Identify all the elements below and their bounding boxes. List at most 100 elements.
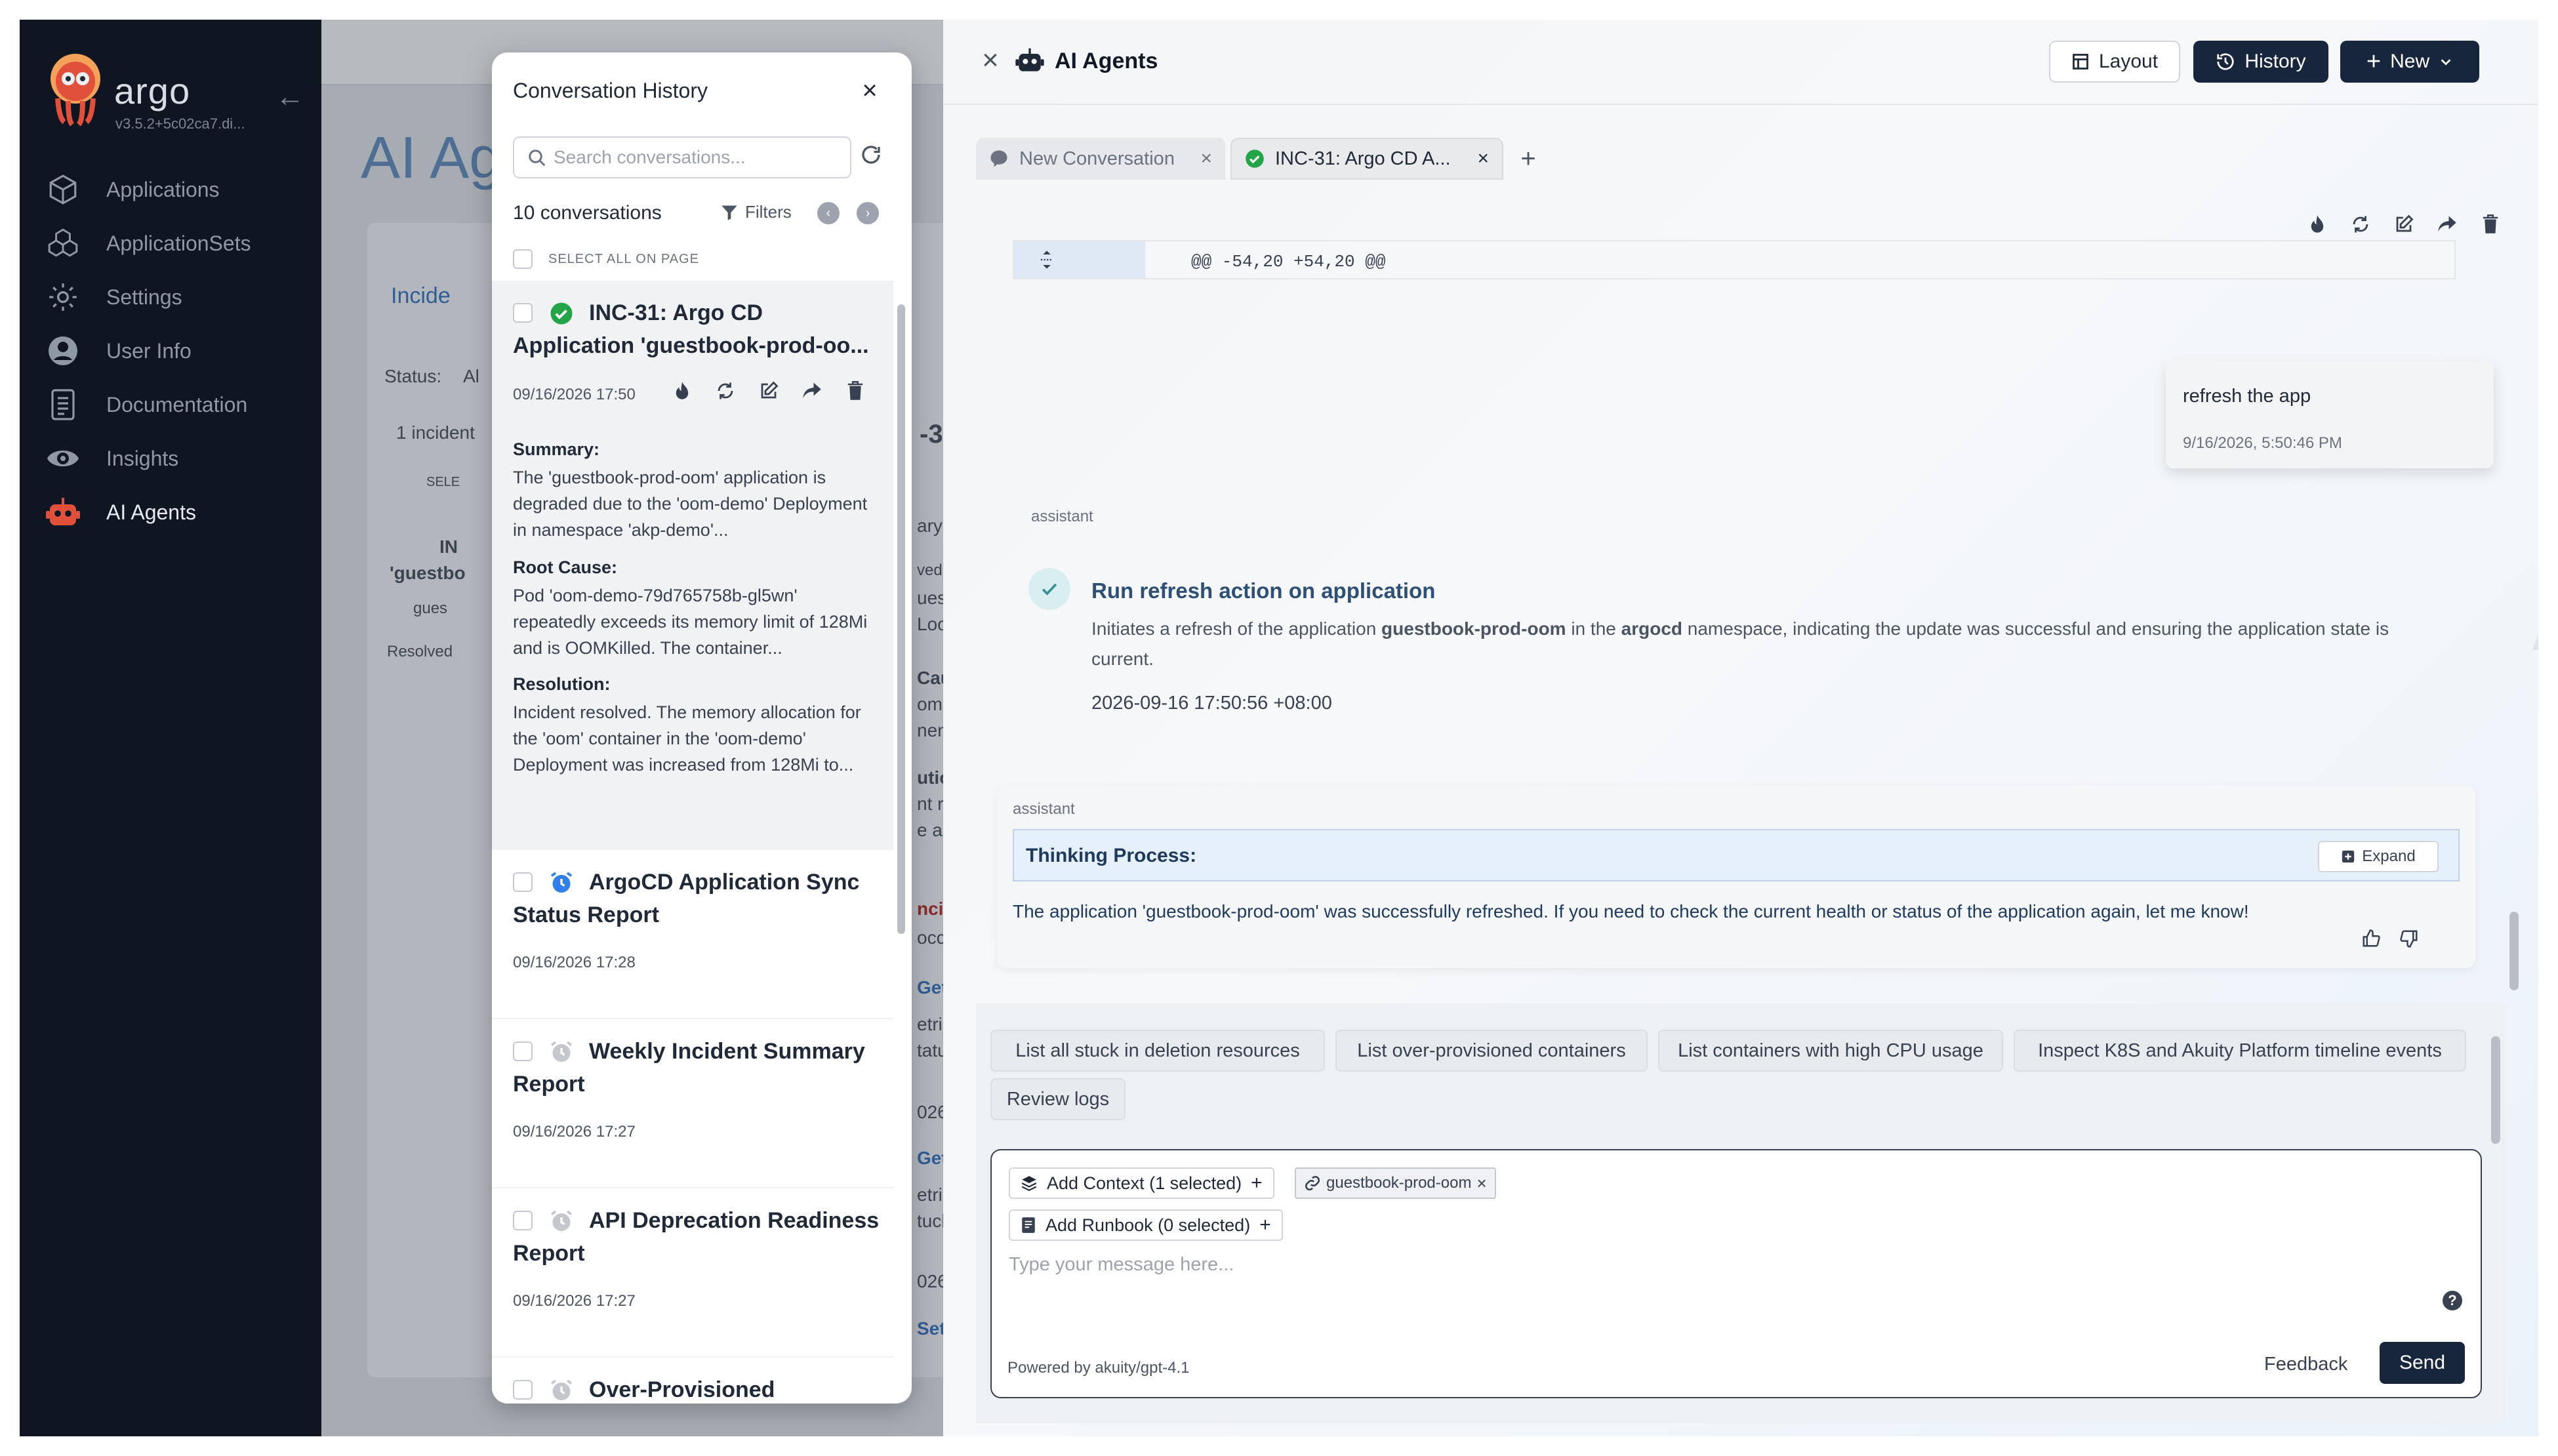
bg-incident-count: 1 incident	[396, 422, 475, 443]
fire-icon[interactable]	[669, 378, 695, 404]
select-all-checkbox[interactable]	[513, 249, 533, 269]
tool-desc-text: Initiates a refresh of the application	[1091, 618, 1382, 639]
close-agents-icon[interactable]: ×	[976, 46, 1005, 75]
refresh-icon[interactable]	[859, 143, 883, 167]
tab-inc-31[interactable]: INC-31: Argo CD A... ×	[1230, 138, 1503, 180]
bg-tab: Incide	[391, 283, 451, 308]
history-scrollbar[interactable]	[897, 304, 905, 934]
fire-icon[interactable]	[2304, 211, 2330, 237]
conversation-item[interactable]: Weekly Incident Summary Report 09/16/202…	[492, 1019, 893, 1188]
nav-item-insights[interactable]: Insights	[46, 432, 308, 485]
eye-icon	[46, 441, 80, 475]
root-cause-heading: Root Cause:	[513, 557, 618, 577]
tool-name: Run refresh action on application	[1091, 578, 1436, 603]
layout-button[interactable]: Layout	[2049, 41, 2180, 83]
expand-icon	[2342, 850, 2355, 863]
conversation-item[interactable]: ArgoCD Application Sync Status Report 09…	[492, 850, 893, 1019]
expand-button[interactable]: Expand	[2318, 841, 2439, 872]
message-input[interactable]	[1009, 1254, 2439, 1313]
nav-item-settings[interactable]: Settings	[46, 270, 308, 324]
remove-tag-icon[interactable]: ×	[1476, 1173, 1486, 1194]
suggestion-chip[interactable]: List all stuck in deletion resources	[990, 1030, 1325, 1072]
close-tab-icon[interactable]: ×	[1477, 148, 1489, 170]
add-tab-icon[interactable]: +	[1509, 138, 1548, 180]
close-tab-icon[interactable]: ×	[1200, 148, 1212, 170]
tab-new-conversation[interactable]: New Conversation ×	[976, 138, 1225, 180]
search-conversations-input[interactable]	[554, 144, 842, 171]
conversation-item[interactable]: Over-Provisioned Workloads Report	[492, 1358, 893, 1404]
brand-version: v3.5.2+5c02ca7.di...	[115, 115, 245, 132]
trash-icon[interactable]	[842, 378, 868, 404]
plus-icon: +	[1259, 1214, 1271, 1236]
bg-frag: ary	[917, 516, 943, 536]
bg-frag: etri	[917, 1184, 943, 1205]
conversation-count: 10 conversations	[513, 202, 662, 224]
conversation-item[interactable]: API Deprecation Readiness Report 09/16/2…	[492, 1188, 893, 1358]
send-button[interactable]: Send	[2380, 1342, 2465, 1384]
history-title: Conversation History	[513, 79, 708, 102]
robot-icon	[46, 495, 80, 529]
prev-page-icon[interactable]: ‹	[817, 202, 840, 224]
ai-agents-panel: × AI Agents Layout History + New New Con…	[943, 20, 2538, 1436]
suggestion-chip[interactable]: List containers with high CPU usage	[1658, 1030, 2003, 1072]
tool-description: Initiates a refresh of the application g…	[1091, 614, 2436, 674]
add-runbook-button[interactable]: Add Runbook (0 selected) +	[1009, 1209, 1283, 1241]
check-circle-icon	[1246, 150, 1264, 168]
layout-icon	[2073, 54, 2088, 70]
bg-select: SELE	[426, 475, 460, 489]
edit-icon[interactable]	[2391, 211, 2417, 237]
share-icon[interactable]	[2434, 211, 2460, 237]
nav-item-documentation[interactable]: Documentation	[46, 378, 308, 432]
history-label: History	[2244, 51, 2306, 72]
add-context-button[interactable]: Add Context (1 selected) +	[1009, 1167, 1274, 1199]
cube-icon	[46, 172, 80, 207]
suggestion-chip[interactable]: Review logs	[990, 1078, 1126, 1120]
plus-icon: +	[1251, 1172, 1263, 1194]
tool-desc-namespace: argocd	[1621, 618, 1682, 639]
sync-icon[interactable]	[2347, 211, 2374, 237]
bg-frag: ved	[917, 561, 943, 579]
link-icon	[1305, 1175, 1320, 1191]
sync-icon[interactable]	[712, 378, 739, 404]
suggestion-chip[interactable]: Inspect K8S and Akuity Platform timeline…	[2014, 1030, 2466, 1072]
select-all-row: SELECT ALL ON PAGE	[513, 249, 699, 269]
plus-icon: +	[2366, 47, 2382, 75]
nav-item-user-info[interactable]: User Info	[46, 324, 308, 378]
help-icon[interactable]: ?	[2443, 1291, 2462, 1310]
bg-status-label: Status:	[384, 366, 442, 386]
nav-label: Settings	[106, 285, 182, 309]
suggestion-chip[interactable]: List over-provisioned containers	[1335, 1030, 1648, 1072]
chat-scrollbar[interactable]	[2509, 912, 2519, 990]
conversation-item[interactable]: INC-31: Argo CD Application 'guestbook-p…	[492, 281, 893, 850]
conversation-title: Over-Provisioned Workloads Report	[589, 1377, 775, 1402]
expand-arrows-icon	[1040, 251, 1053, 269]
feedback-link[interactable]: Feedback	[2264, 1354, 2347, 1375]
nav-item-applications[interactable]: Applications	[46, 163, 308, 216]
layout-label: Layout	[2098, 51, 2159, 72]
filters-button[interactable]: Filters	[720, 202, 792, 222]
nav-item-ai-agents[interactable]: AI Agents	[46, 485, 308, 539]
close-history-icon[interactable]: ×	[857, 77, 883, 104]
collapse-sidebar-icon[interactable]: ←	[275, 83, 308, 111]
context-tag: guestbook-prod-oom ×	[1295, 1167, 1496, 1199]
suggestions-scrollbar[interactable]	[2491, 1036, 2500, 1144]
tab-label: New Conversation	[1019, 148, 1175, 169]
filter-icon	[721, 205, 737, 220]
edit-icon[interactable]	[756, 378, 782, 404]
message-feedback	[2361, 929, 2419, 952]
share-icon[interactable]	[799, 378, 825, 404]
conversation-date: 09/16/2026 17:28	[513, 954, 636, 971]
expand-diff-handle[interactable]	[1014, 241, 1145, 278]
thinking-process-block: Thinking Process: Expand	[1013, 829, 2460, 881]
thumbs-up-icon[interactable]	[2361, 929, 2381, 952]
thumbs-down-icon[interactable]	[2399, 929, 2419, 952]
conversation-date: 09/16/2026 17:27	[513, 1292, 636, 1310]
next-page-icon[interactable]: ›	[857, 202, 879, 224]
nav-item-applicationsets[interactable]: ApplicationSets	[46, 216, 308, 270]
bg-row-label: IN	[439, 536, 458, 557]
trash-icon[interactable]	[2477, 211, 2504, 237]
new-button[interactable]: + New	[2340, 41, 2479, 83]
conversation-title: Weekly Incident Summary Report	[513, 1039, 865, 1097]
tool-call: Run refresh action on application Initia…	[1028, 564, 2458, 735]
history-button[interactable]: History	[2193, 41, 2328, 83]
